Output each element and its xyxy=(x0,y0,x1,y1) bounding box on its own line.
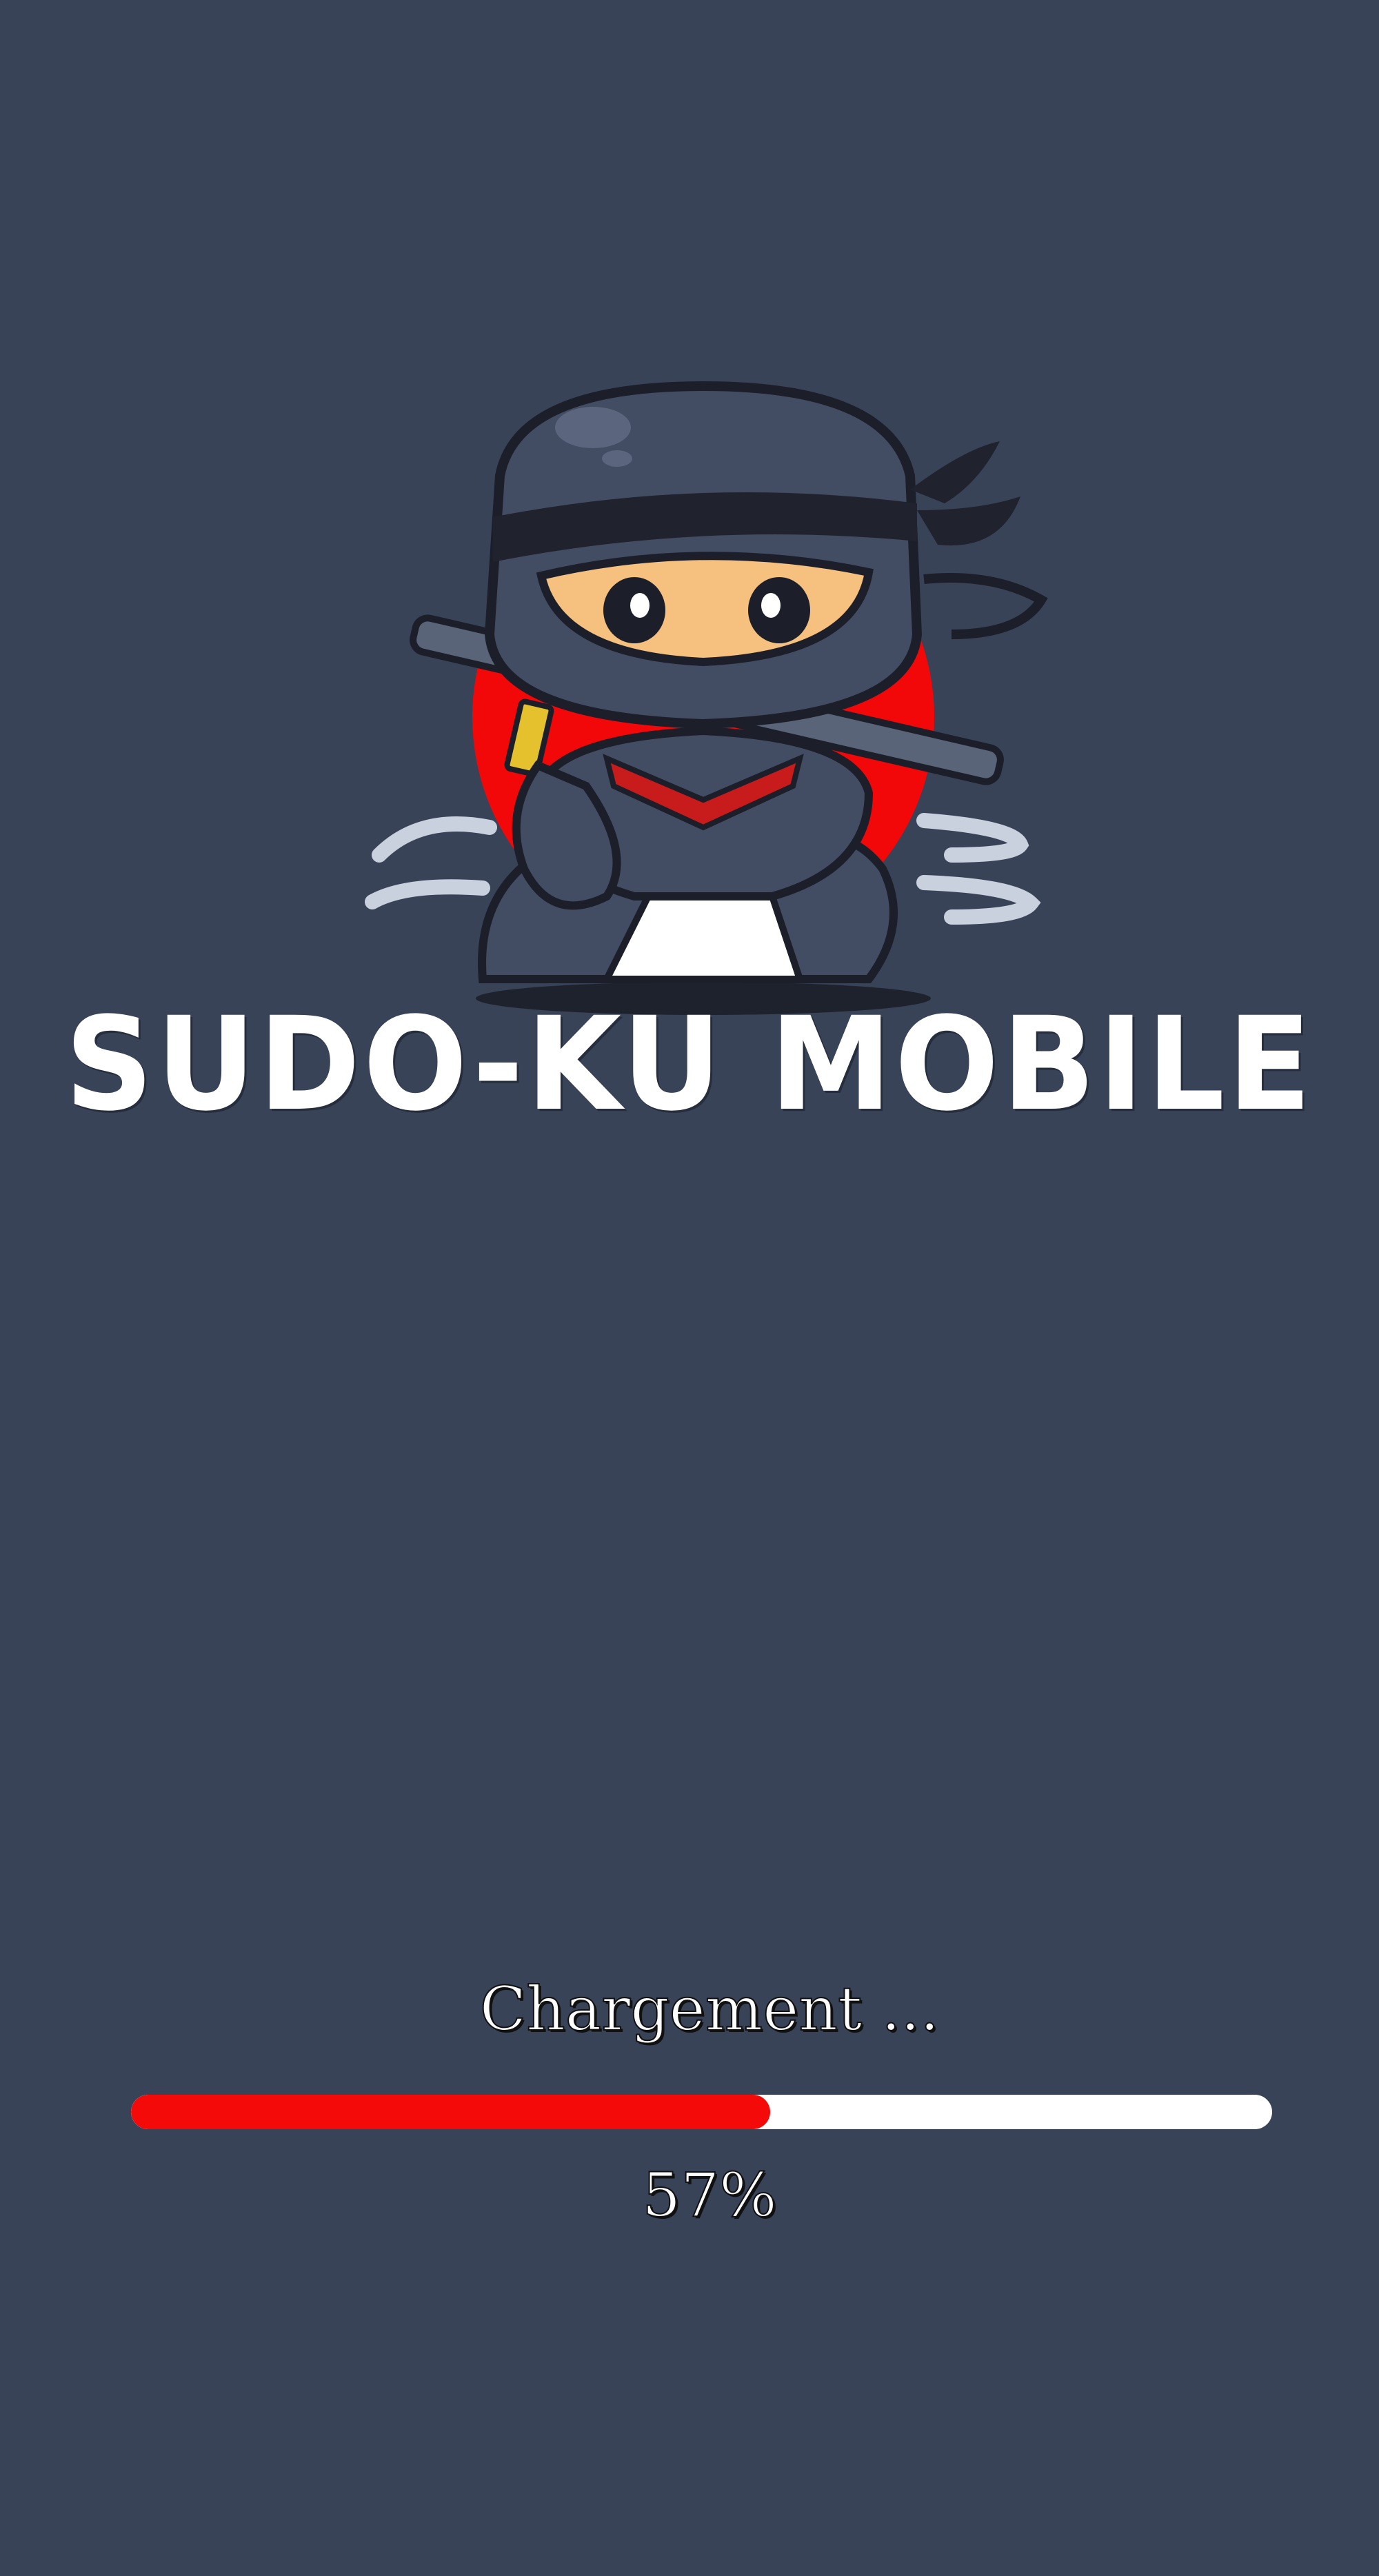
loading-progress-fill xyxy=(131,2095,770,2129)
loading-screen: SUDO-KU MOBILE Chargement ... 57% xyxy=(0,0,1379,2576)
ninja-mascot-icon xyxy=(365,381,1048,1015)
loading-progress-bar xyxy=(131,2095,1272,2129)
loading-percent: 57% xyxy=(641,2160,778,2231)
game-title: SUDO-KU MOBILE xyxy=(65,989,1314,1140)
loading-label: Chargement ... xyxy=(479,1973,940,2044)
